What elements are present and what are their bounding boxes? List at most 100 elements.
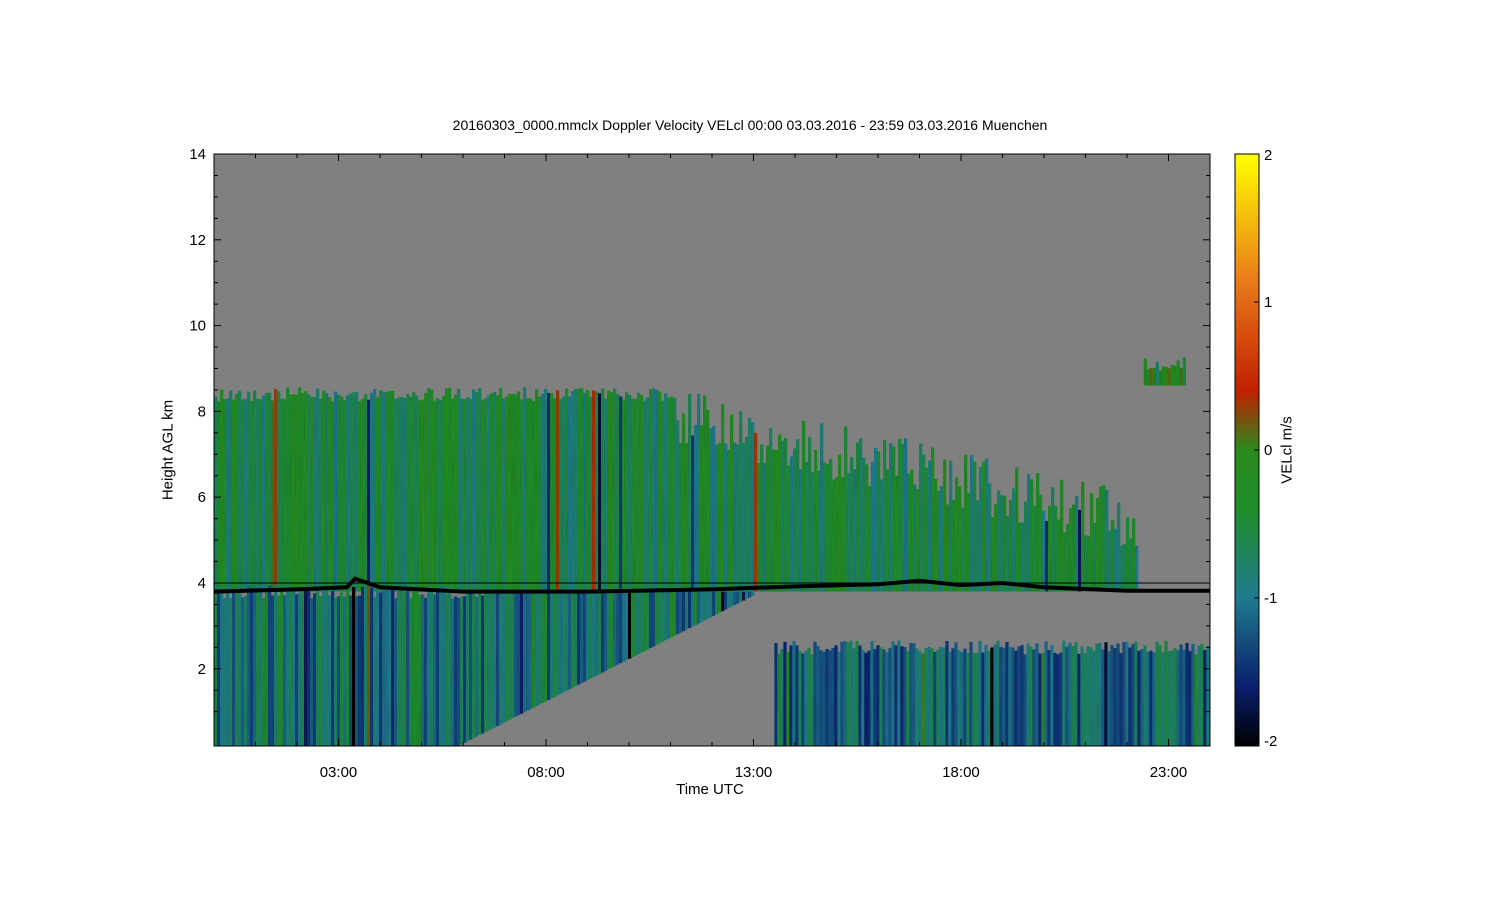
echo-streak	[795, 645, 799, 746]
echo-streak	[481, 595, 485, 734]
echo-streak	[538, 396, 542, 592]
echo-streak	[703, 395, 707, 592]
echo-streak	[778, 434, 782, 592]
echo-streak	[916, 489, 920, 592]
echo-streak	[238, 391, 242, 592]
echo-streak	[400, 396, 404, 592]
echo-streak	[349, 595, 353, 746]
echo-streak	[754, 432, 758, 592]
echo-streak	[1135, 545, 1139, 592]
echo-streak	[352, 587, 356, 746]
echo-streak	[688, 591, 692, 629]
echo-streak	[598, 393, 602, 592]
echo-streak	[1003, 495, 1007, 592]
echo-streak	[1161, 366, 1165, 386]
echo-streak	[1117, 502, 1121, 592]
echo-streak	[688, 393, 692, 592]
echo-streak	[1050, 645, 1054, 746]
echo-streak	[355, 391, 359, 592]
echo-streak	[541, 591, 545, 704]
echo-streak	[238, 585, 242, 746]
echo-streak	[328, 397, 332, 592]
echo-streak	[274, 389, 278, 592]
echo-streak	[721, 404, 725, 592]
echo-streak	[730, 414, 734, 592]
echo-streak	[799, 469, 803, 592]
echo-streak	[798, 650, 802, 746]
echo-streak	[430, 389, 434, 592]
echo-streak	[415, 395, 419, 592]
echo-streak	[232, 399, 236, 592]
echo-streak	[919, 443, 923, 592]
echo-streak	[283, 595, 287, 746]
echo-streak	[232, 590, 236, 746]
echo-streak	[520, 399, 524, 592]
echo-streak	[334, 391, 338, 592]
echo-streak	[586, 390, 590, 592]
echo-streak	[277, 595, 281, 746]
echo-streak	[634, 398, 638, 592]
echo-streak	[454, 394, 458, 592]
echo-streak	[439, 399, 443, 592]
echo-streak	[361, 398, 365, 592]
echo-streak	[873, 648, 877, 746]
echo-streak	[646, 591, 650, 650]
echo-streak	[667, 397, 671, 592]
echo-streak	[957, 650, 961, 746]
echo-streak	[955, 477, 959, 592]
echo-streak	[904, 438, 908, 592]
echo-streak	[1008, 647, 1012, 746]
y-tick-label: 6	[198, 489, 206, 506]
echo-streak	[415, 588, 419, 746]
echo-streak	[999, 646, 1003, 746]
echo-streak	[748, 591, 752, 598]
echo-streak	[325, 393, 329, 592]
echo-streak	[1038, 653, 1042, 746]
echo-streak	[1023, 654, 1027, 746]
echo-streak	[1041, 653, 1045, 746]
echo-streak	[1122, 641, 1126, 746]
echo-streak	[1083, 652, 1087, 746]
echo-streak	[1039, 494, 1043, 592]
echo-streak	[1048, 505, 1052, 592]
echo-streak	[772, 449, 776, 592]
echo-streak	[442, 586, 446, 746]
echo-streak	[712, 426, 716, 592]
echo-streak	[511, 393, 515, 592]
echo-streak	[562, 591, 566, 693]
echo-streak	[1047, 650, 1051, 746]
echo-streak	[343, 596, 347, 746]
echo-streak	[631, 398, 635, 592]
echo-streak	[286, 387, 290, 592]
echo-streak	[388, 390, 392, 592]
colorbar-label: VELcl m/s	[1278, 416, 1296, 484]
echo-streak	[226, 398, 230, 592]
echo-streak	[268, 585, 272, 746]
echo-streak	[733, 591, 737, 606]
echo-streak	[553, 398, 557, 592]
echo-streak	[334, 597, 338, 746]
echo-streak	[1182, 357, 1186, 386]
echo-streak	[831, 647, 835, 746]
echo-streak	[556, 591, 560, 696]
echo-streak	[945, 641, 949, 746]
echo-streak	[1185, 642, 1189, 746]
echo-streak	[1120, 545, 1124, 592]
echo-streak	[1116, 643, 1120, 746]
echo-streak	[712, 591, 716, 616]
echo-streak	[1095, 643, 1099, 746]
echo-streak	[1119, 653, 1123, 746]
echo-streak	[700, 425, 704, 592]
echo-streak	[316, 388, 320, 592]
echo-streak	[214, 396, 218, 592]
echo-streak	[682, 591, 686, 632]
echo-streak	[625, 591, 629, 661]
echo-streak	[643, 400, 647, 592]
echo-streak	[619, 591, 623, 664]
echo-streak	[715, 591, 719, 615]
echo-streak	[577, 388, 581, 592]
echo-streak	[745, 436, 749, 592]
echo-streak	[265, 592, 269, 746]
echo-streak	[661, 591, 665, 642]
echo-streak	[565, 591, 569, 691]
